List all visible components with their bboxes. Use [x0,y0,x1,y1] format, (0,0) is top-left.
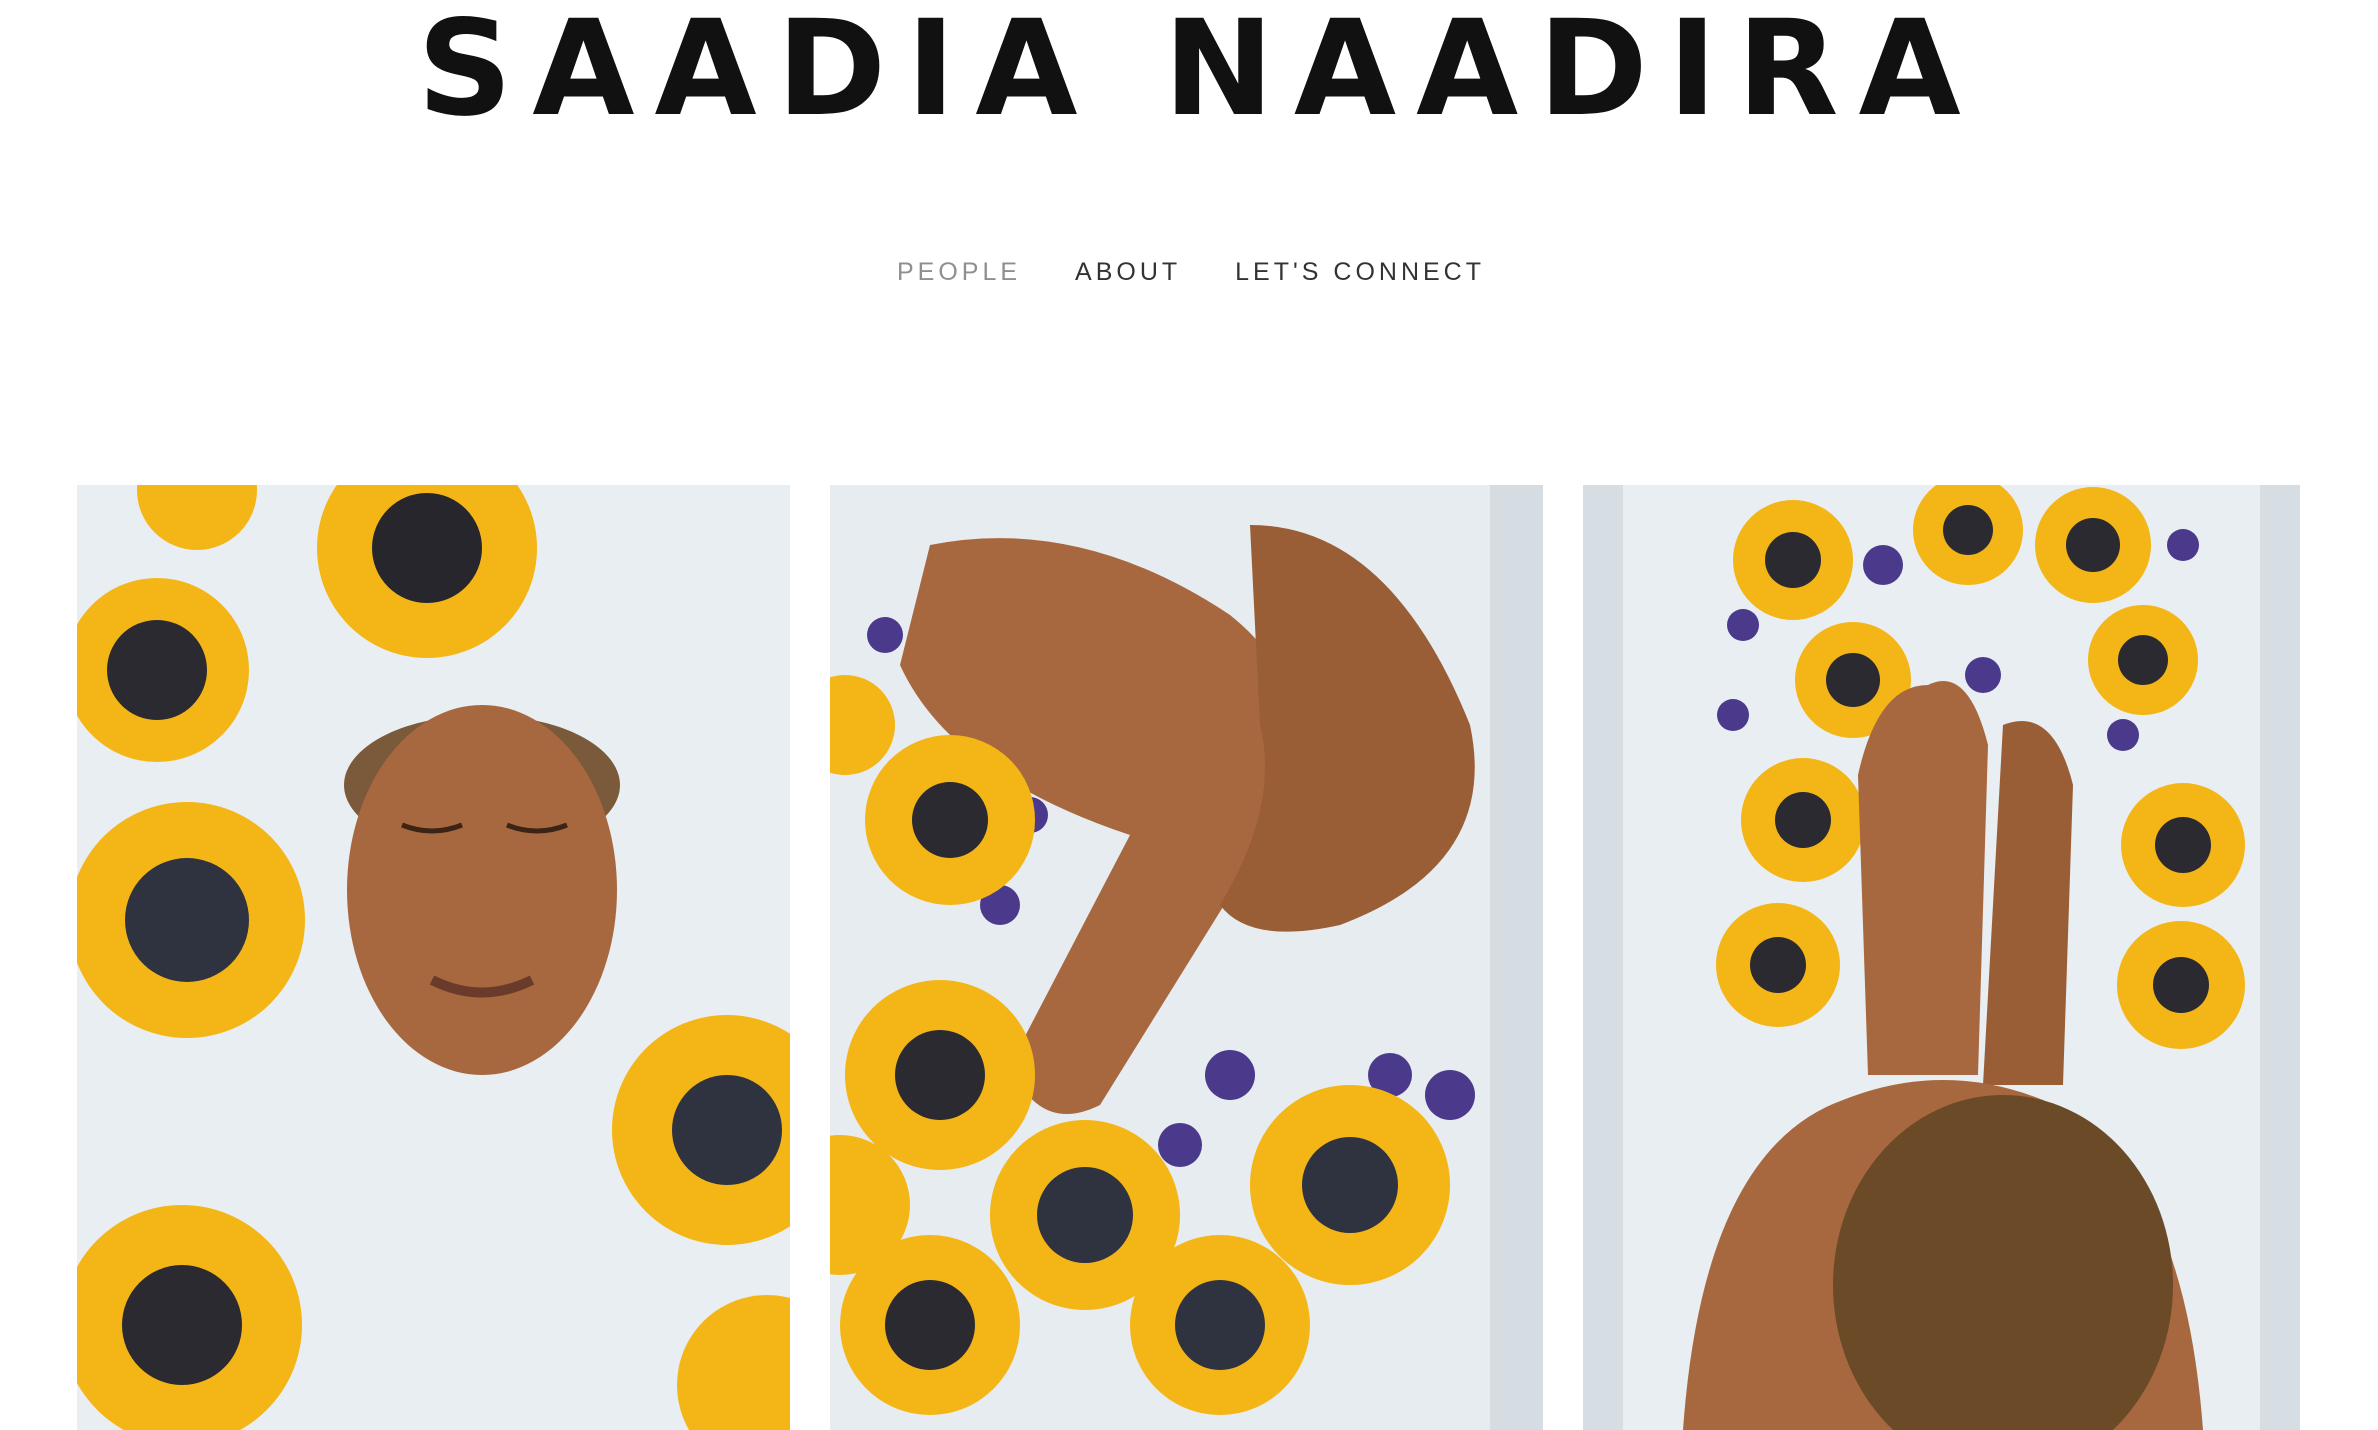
nav-item-people[interactable]: PEOPLE [897,258,1021,287]
nav-item-about[interactable]: ABOUT [1075,258,1181,287]
gallery-image-legs[interactable] [830,485,1543,1430]
photo-face-in-bath [77,485,790,1430]
photo-person-seated-in-bath [1583,485,2300,1430]
main-nav: PEOPLE ABOUT LET'S CONNECT [0,258,2378,287]
gallery-grid [0,485,2378,1430]
photo-legs-in-bath [830,485,1543,1430]
gallery-image-seated[interactable] [1583,485,2300,1430]
gallery-image-face[interactable] [77,485,790,1430]
nav-item-lets-connect[interactable]: LET'S CONNECT [1235,258,1485,287]
site-title[interactable]: SAADIA NAADIRA [0,3,2378,135]
